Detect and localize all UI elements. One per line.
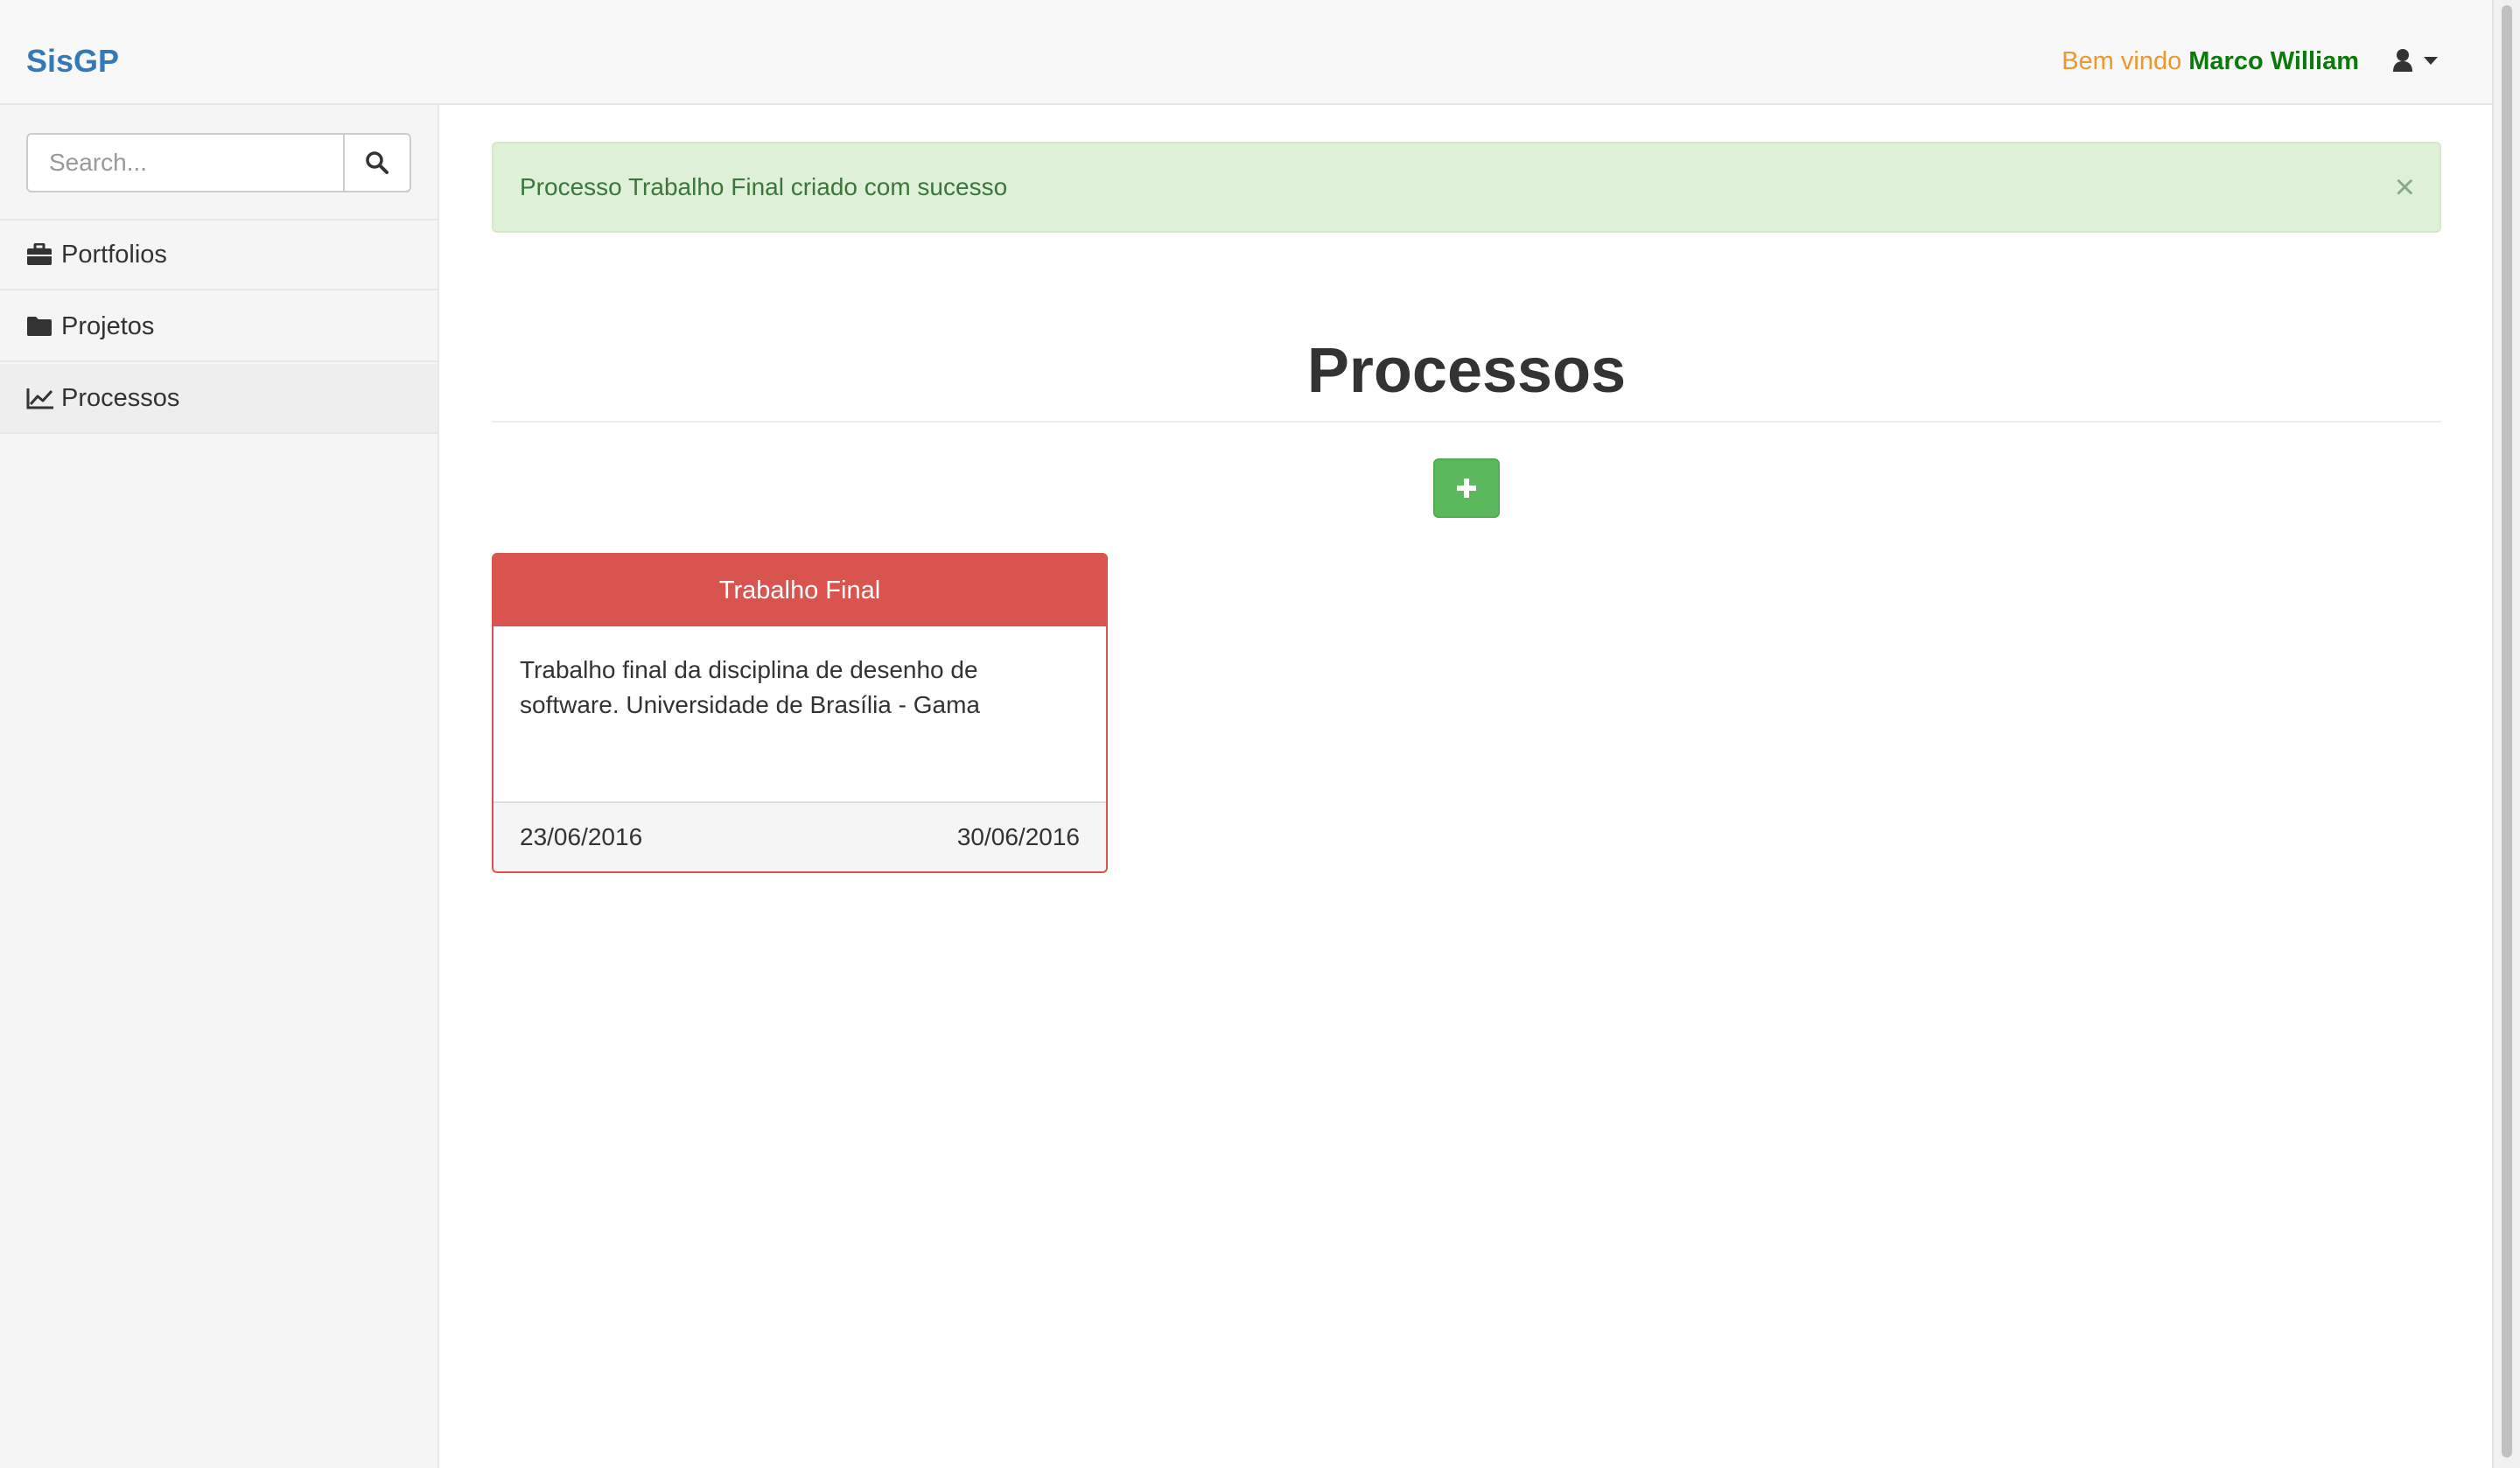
welcome-prefix: Bem vindo xyxy=(2062,47,2182,75)
sidebar: Portfolios Projetos Processos xyxy=(0,105,439,1468)
add-process-button[interactable] xyxy=(1433,458,1500,518)
line-chart-icon xyxy=(26,387,58,409)
sidebar-item-label: Processos xyxy=(61,383,180,412)
welcome-message: Bem vindo Marco William xyxy=(2062,37,2359,86)
plus-icon xyxy=(1457,479,1476,498)
sidebar-item-processos[interactable]: Processos xyxy=(0,364,438,434)
search-button[interactable] xyxy=(343,133,411,192)
vertical-scrollbar[interactable] xyxy=(2492,0,2520,1468)
user-menu-toggle[interactable] xyxy=(2392,45,2445,77)
briefcase-icon xyxy=(26,243,58,266)
folder-icon xyxy=(26,316,58,337)
sidebar-item-projetos[interactable]: Projetos xyxy=(0,292,438,362)
process-card[interactable]: Trabalho Final Trabalho final da discipl… xyxy=(492,553,1108,873)
success-alert: Processo Trabalho Final criado com suces… xyxy=(492,142,2441,233)
brand-link[interactable]: SisGP xyxy=(26,37,119,86)
title-divider xyxy=(492,421,2441,423)
process-card-footer: 23/06/2016 30/06/2016 xyxy=(494,801,1106,871)
sidebar-item-label: Portfolios xyxy=(61,240,167,269)
caret-down-icon xyxy=(2424,57,2438,65)
top-navbar: SisGP Bem vindo Marco William xyxy=(0,0,2492,105)
search-input[interactable] xyxy=(26,133,345,192)
scrollbar-thumb[interactable] xyxy=(2502,5,2512,1458)
process-end-date: 30/06/2016 xyxy=(956,823,1080,850)
process-start-date: 23/06/2016 xyxy=(520,823,643,850)
search-icon xyxy=(366,151,388,174)
sidebar-item-label: Projetos xyxy=(61,311,155,340)
user-name: Marco William xyxy=(2188,47,2359,75)
process-card-description: Trabalho final da disciplina de desenho … xyxy=(520,656,980,718)
alert-message: Processo Trabalho Final criado com suces… xyxy=(520,173,1008,200)
sidebar-item-portfolios[interactable]: Portfolios xyxy=(0,220,438,290)
process-card-title: Trabalho Final xyxy=(494,555,1106,626)
user-icon xyxy=(2393,49,2412,72)
close-icon[interactable]: × xyxy=(2395,143,2415,231)
sidebar-search xyxy=(26,133,411,192)
page-title: Processos xyxy=(1306,336,1627,406)
